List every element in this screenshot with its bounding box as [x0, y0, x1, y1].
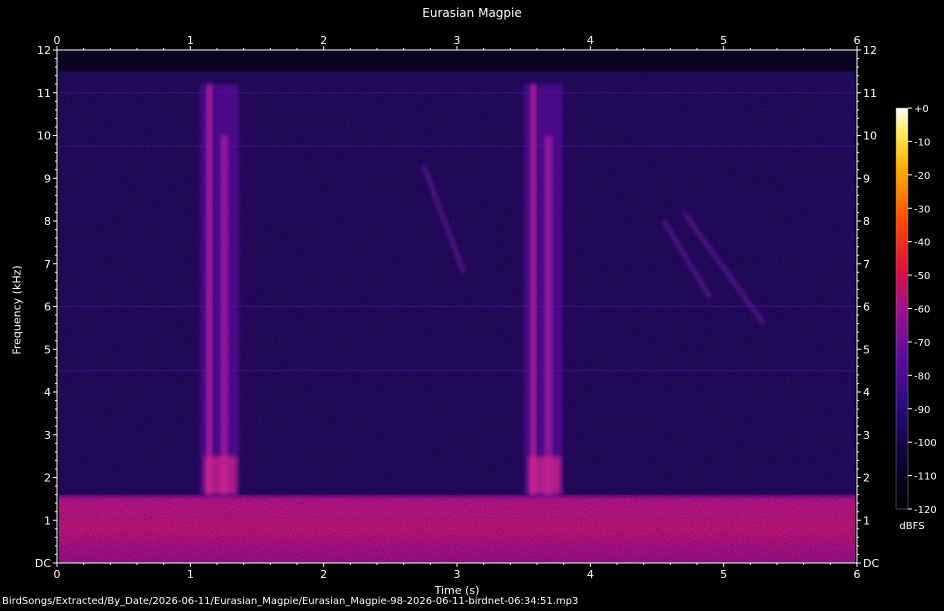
x-tick-label-top: 6 [854, 34, 861, 47]
y-tick-label-left: 11 [37, 87, 51, 100]
y-tick-label-left: 6 [44, 301, 51, 314]
y-tick-label-left: 4 [44, 386, 51, 399]
y-tick-label-right: 12 [863, 44, 877, 57]
colorbar-tick-label: -80 [914, 371, 930, 382]
colorbar-tick-label: -120 [914, 505, 937, 516]
noise-texture [59, 71, 855, 563]
colorbar-tick-label: -110 [914, 472, 937, 483]
colorbar-tick-label: -20 [914, 171, 930, 182]
y-tick-label-left: 2 [44, 472, 51, 485]
y-tick-label-left: 9 [44, 172, 51, 185]
y-tick-label-left: 5 [44, 343, 51, 356]
x-tick-label-bottom: 0 [54, 568, 61, 581]
call-stripe [530, 84, 537, 495]
colorbar-tick-label: -50 [914, 271, 930, 282]
y-tick-label-right: 8 [863, 215, 870, 228]
x-tick-label-top: 1 [187, 34, 194, 47]
colorbar-tick-label: -10 [914, 137, 930, 148]
y-tick-label-left: 8 [44, 215, 51, 228]
colorbar-tick-label: -90 [914, 405, 930, 416]
y-tick-label-right: 11 [863, 87, 877, 100]
x-tick-label-bottom: 6 [854, 568, 861, 581]
call-1 [200, 84, 239, 495]
call-glow [524, 84, 563, 495]
x-tick-label-top: 4 [587, 34, 594, 47]
low-band-texture [59, 494, 855, 563]
x-tick-label-bottom: 4 [587, 568, 594, 581]
call-stripe [206, 84, 213, 495]
colorbar-tick-label: -70 [914, 338, 930, 349]
y-tick-label-left: 12 [37, 44, 51, 57]
y-tick-label-left: DC [35, 557, 51, 570]
x-tick-label-top: 3 [454, 34, 461, 47]
x-tick-label-top: 5 [720, 34, 727, 47]
call-glow [200, 84, 239, 495]
y-tick-label-right: 10 [863, 130, 877, 143]
y-tick-label-right: 3 [863, 429, 870, 442]
call-2 [524, 84, 563, 495]
x-tick-label-bottom: 5 [720, 568, 727, 581]
x-tick-label-top: 2 [320, 34, 327, 47]
y-tick-label-right: 9 [863, 172, 870, 185]
call-base [528, 456, 561, 495]
colorbar-tick-label: -60 [914, 305, 930, 316]
x-tick-label-bottom: 2 [320, 568, 327, 581]
colorbar-gradient [895, 107, 909, 510]
y-tick-label-right: 7 [863, 258, 870, 271]
y-tick-label-right: 2 [863, 472, 870, 485]
x-tick-label-bottom: 3 [454, 568, 461, 581]
colorbar-tick-label: -100 [914, 438, 937, 449]
spectrogram-chart: 00112233445566DC DC1 12 23 34 45 56 67 78 89 910 10… [35, 34, 937, 581]
colorbar-tick-label: +0 [914, 104, 929, 115]
colorbar-tick-label: -30 [914, 204, 930, 215]
call-stripe [220, 135, 229, 495]
y-tick-label-right: 1 [863, 514, 870, 527]
call-stripe [544, 135, 553, 495]
y-tick-label-left: 10 [37, 130, 51, 143]
y-tick-label-right: 5 [863, 343, 870, 356]
y-tick-label-right: 6 [863, 301, 870, 314]
y-tick-label-left: 1 [44, 514, 51, 527]
call-base [204, 456, 237, 495]
y-tick-label-left: 7 [44, 258, 51, 271]
x-tick-label-bottom: 1 [187, 568, 194, 581]
x-tick-label-top: 0 [54, 34, 61, 47]
y-tick-label-right: 4 [863, 386, 870, 399]
y-tick-label-left: 3 [44, 429, 51, 442]
colorbar-label: dBFS [899, 521, 924, 532]
y-tick-label-right: DC [863, 557, 879, 570]
colorbar-tick-label: -40 [914, 238, 930, 249]
